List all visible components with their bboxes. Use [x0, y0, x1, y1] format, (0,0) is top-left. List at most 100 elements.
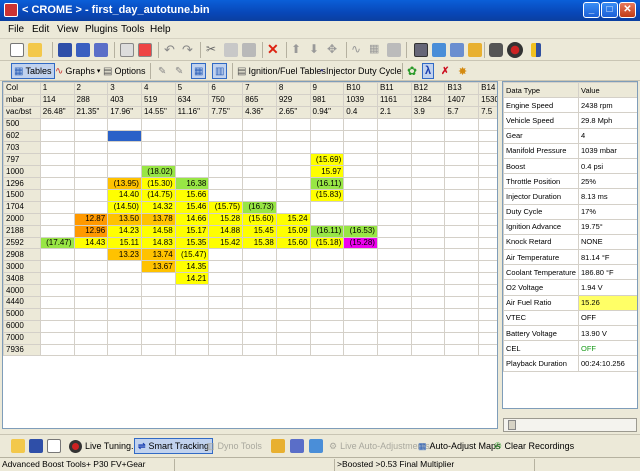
map-cell[interactable]: [275, 141, 311, 155]
map-cell[interactable]: [444, 177, 480, 191]
map-cell[interactable]: [242, 296, 277, 309]
map-cell[interactable]: (16.73): [242, 200, 277, 214]
page-icon[interactable]: [120, 43, 134, 57]
map-cell[interactable]: [309, 331, 345, 345]
map-cell[interactable]: [39, 129, 75, 143]
map-cell[interactable]: [208, 331, 244, 345]
open-folder-icon[interactable]: [28, 43, 42, 57]
map-cell[interactable]: [208, 319, 244, 333]
map-cell[interactable]: [39, 200, 75, 214]
map-cell[interactable]: [39, 117, 75, 131]
save-as-icon[interactable]: [76, 43, 90, 57]
map-cell[interactable]: [242, 284, 277, 298]
map-cell[interactable]: 15.09: [275, 224, 311, 238]
ignition-button[interactable]: ✸: [458, 63, 467, 79]
curve-icon[interactable]: ∿: [351, 43, 365, 57]
fill-icon[interactable]: ▦: [369, 43, 383, 57]
menu-file[interactable]: File: [8, 24, 24, 35]
map-cell[interactable]: [107, 272, 142, 286]
map-cell[interactable]: [107, 117, 142, 131]
map-cell[interactable]: [444, 343, 480, 357]
map-cell[interactable]: [242, 343, 277, 357]
map-cell[interactable]: (15.75): [208, 200, 244, 214]
map-cell[interactable]: [39, 141, 75, 155]
auto-adjust-maps-button[interactable]: ▦ Auto-Adjust Maps: [418, 438, 501, 454]
map-cell[interactable]: [242, 260, 277, 274]
map-cell[interactable]: [39, 248, 75, 262]
map-cell[interactable]: [444, 260, 480, 274]
map-cell[interactable]: [410, 177, 446, 191]
map-cell[interactable]: [478, 153, 497, 167]
map-cell[interactable]: [309, 141, 345, 155]
map-cell[interactable]: [39, 212, 75, 226]
map-cell[interactable]: 14.40: [107, 189, 142, 202]
map-cell[interactable]: [410, 307, 446, 321]
map-cell[interactable]: [478, 224, 497, 238]
paste-icon[interactable]: [242, 43, 256, 57]
grid-scrollbar[interactable]: [498, 81, 501, 429]
map-cell[interactable]: [376, 296, 412, 309]
map-cell[interactable]: [174, 343, 210, 357]
map-cell[interactable]: [410, 153, 446, 167]
map-cell[interactable]: [410, 260, 446, 274]
map-cell[interactable]: 14.32: [140, 200, 176, 214]
menu-plugins[interactable]: Plugins: [85, 24, 118, 35]
map-cell[interactable]: [73, 189, 109, 202]
map-cell[interactable]: (13.95): [107, 177, 142, 191]
tool-b-button[interactable]: ✎: [175, 63, 183, 79]
live-tuning-button[interactable]: Live Tuning...: [69, 438, 139, 454]
map-cell[interactable]: [410, 224, 446, 238]
map-cell[interactable]: [478, 260, 497, 274]
map-cell[interactable]: [309, 284, 345, 298]
map-cell[interactable]: [343, 319, 378, 333]
map-cell[interactable]: (15.18): [309, 236, 345, 250]
map-cell[interactable]: [275, 331, 311, 345]
map-cell[interactable]: [343, 177, 378, 191]
map-cell[interactable]: [275, 296, 311, 309]
map-cell[interactable]: [107, 141, 142, 155]
map-cell[interactable]: [140, 141, 176, 155]
map-cell[interactable]: [73, 272, 109, 286]
bottom-upload-icon[interactable]: [309, 439, 323, 453]
map-cell[interactable]: [174, 165, 210, 179]
map-cell[interactable]: [376, 331, 412, 345]
map-cell[interactable]: [107, 153, 142, 167]
map-cell[interactable]: [478, 200, 497, 214]
map-cell[interactable]: [107, 165, 142, 179]
map-cell[interactable]: [107, 343, 142, 357]
map-cell[interactable]: [140, 331, 176, 345]
map-cell[interactable]: 12.87: [73, 212, 109, 226]
map-cell[interactable]: 14.66: [174, 212, 210, 226]
map-cell[interactable]: 13.50: [107, 212, 142, 226]
map-cell[interactable]: [376, 212, 412, 226]
map-cell[interactable]: [376, 129, 412, 143]
map-cell[interactable]: (15.60): [242, 212, 277, 226]
map-cell[interactable]: [208, 260, 244, 274]
map-cell[interactable]: [376, 177, 412, 191]
map-cell[interactable]: [343, 260, 378, 274]
map-cell[interactable]: [444, 248, 480, 262]
map-cell[interactable]: [343, 189, 378, 202]
map-cell[interactable]: [376, 284, 412, 298]
map-cell[interactable]: [410, 343, 446, 357]
map-cell[interactable]: [478, 307, 497, 321]
map-cell[interactable]: [376, 260, 412, 274]
map-cell[interactable]: [478, 331, 497, 345]
map-cell[interactable]: [275, 343, 311, 357]
map-cell[interactable]: (15.47): [174, 248, 210, 262]
map-cell[interactable]: [174, 296, 210, 309]
map-cell[interactable]: [444, 236, 480, 250]
map-cell[interactable]: [376, 272, 412, 286]
map-cell[interactable]: [73, 117, 109, 131]
knock-button[interactable]: ✗: [441, 63, 449, 79]
map-cell[interactable]: [140, 117, 176, 131]
map-cell[interactable]: [309, 129, 345, 143]
map-cell[interactable]: [275, 129, 311, 143]
map-cell[interactable]: [140, 296, 176, 309]
map-cell[interactable]: [208, 343, 244, 357]
map-cell[interactable]: [444, 165, 480, 179]
live-auto-adjustments-button[interactable]: ⚙ Live Auto-Adjustments: [329, 438, 430, 454]
map-cell[interactable]: [73, 307, 109, 321]
map-cell[interactable]: [478, 129, 497, 143]
map-cell[interactable]: 13.74: [140, 248, 176, 262]
